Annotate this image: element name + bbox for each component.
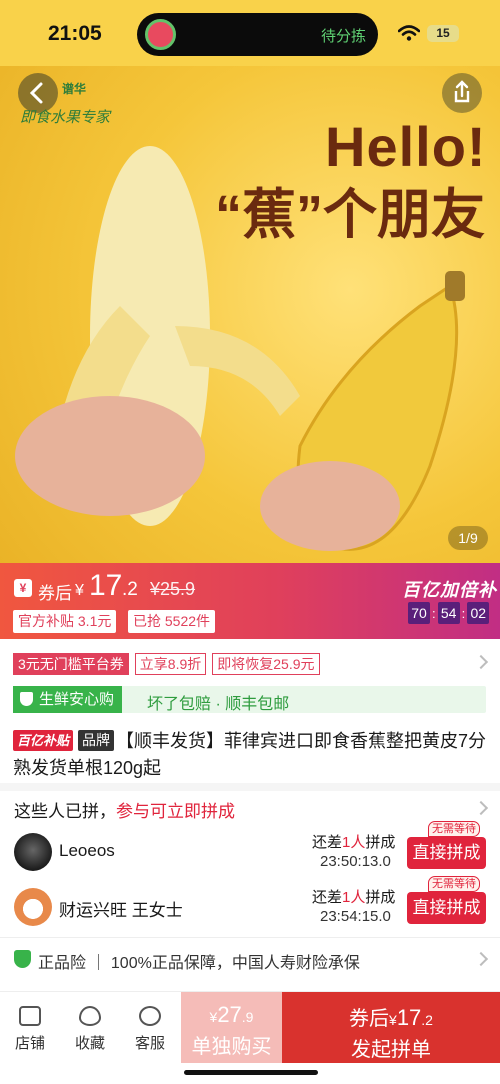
subsidy-chip: 官方补贴 3.1元 xyxy=(13,610,117,633)
service-tab-label: 客服 xyxy=(134,1035,165,1052)
status-bar: 21:05 待分拣 15 xyxy=(0,0,500,66)
after-coupon-label: 券后 xyxy=(38,584,72,603)
brand-badge: 品牌 xyxy=(78,730,115,751)
group-need-text: 还差1人拼成 xyxy=(312,834,396,851)
group-head-highlight: 参与可立即拼成 xyxy=(116,802,235,821)
countdown-seconds: 02 xyxy=(467,602,490,624)
battery-icon: 15 xyxy=(427,25,459,42)
buy-alone-label: 单独购买 xyxy=(191,1036,272,1058)
buy-alone-button[interactable]: ¥27.9 单独购买 xyxy=(181,992,282,1063)
status-time: 21:05 xyxy=(48,22,102,45)
brand-logo: 即食水果专家 xyxy=(20,108,111,126)
price-decimal: .2 xyxy=(122,579,138,600)
wifi-icon xyxy=(398,25,420,41)
guarantee-bar[interactable]: 生鲜安心购 坏了包赔 · 顺丰包邮 xyxy=(13,686,486,713)
group-price: 17 xyxy=(396,1005,422,1030)
chevron-right-icon[interactable] xyxy=(473,800,489,816)
start-group-button[interactable]: 券后¥17.2 发起拼单 xyxy=(282,992,500,1063)
coupon-platform[interactable]: 3元无门槛平台券 xyxy=(13,653,129,675)
island-app-icon xyxy=(145,19,176,50)
solo-price: 27 xyxy=(217,1002,242,1027)
group-remaining-time: 23:50:13.0 xyxy=(320,853,391,870)
original-price: ¥25.9 xyxy=(150,579,196,599)
home-indicator[interactable] xyxy=(184,1070,318,1075)
avatar xyxy=(14,888,52,926)
store-icon xyxy=(19,1006,41,1026)
group-user-name: 财运兴旺 王女士 xyxy=(59,901,183,920)
no-wait-tag: 无需等待 xyxy=(428,821,480,837)
share-button[interactable] xyxy=(442,73,482,113)
price-currency: ¥ xyxy=(75,582,84,599)
guarantee-badge: 生鲜安心购 xyxy=(13,686,123,713)
group-head-text: 这些人已拼， xyxy=(14,802,116,821)
chevron-right-icon[interactable] xyxy=(473,654,489,670)
join-group-button[interactable]: 直接拼成 xyxy=(407,837,486,869)
service-tab[interactable]: 客服 xyxy=(125,1006,175,1053)
group-remaining-time: 23:54:15.0 xyxy=(320,908,391,925)
group-need-text: 还差1人拼成 xyxy=(312,889,396,906)
coupon-restore-price[interactable]: 即将恢复25.9元 xyxy=(212,653,320,675)
group-user-name: Leoeos xyxy=(59,841,115,860)
heart-icon xyxy=(79,1006,101,1026)
countdown-timer: 70 : 54 : 02 xyxy=(408,602,490,624)
dynamic-island[interactable]: 待分拣 xyxy=(137,13,378,56)
divider xyxy=(0,783,500,791)
no-wait-tag: 无需等待 xyxy=(428,876,480,892)
shield-icon xyxy=(14,950,31,968)
group-row: 财运兴旺 王女士 还差1人拼成 23:54:15.0 直接拼成 无需等待 xyxy=(0,876,500,934)
avatar xyxy=(14,833,52,871)
chat-icon xyxy=(139,1006,161,1026)
brand-name: 谱华 xyxy=(62,82,87,96)
group-row: Leoeos 还差1人拼成 23:50:13.0 直接拼成 无需等待 xyxy=(0,821,500,879)
store-tab-label: 店铺 xyxy=(14,1035,45,1052)
favorite-tab-label: 收藏 xyxy=(74,1035,105,1052)
hero-slogan: “蕉”个朋友 xyxy=(215,185,485,245)
coupon-discount[interactable]: 立享8.9折 xyxy=(134,653,207,675)
store-tab[interactable]: 店铺 xyxy=(5,1006,55,1053)
island-status-text: 待分拣 xyxy=(320,28,366,45)
chevron-right-icon xyxy=(473,951,489,967)
guarantee-text: 坏了包赔 · 顺丰包邮 xyxy=(147,696,290,713)
campaign-title: 百亿加倍补 xyxy=(402,580,497,600)
product-title: 百亿补贴 品牌 【顺丰发货】菲律宾进口即食香蕉整把黄皮7分熟发货单根120g起 xyxy=(13,728,491,782)
join-group-button[interactable]: 直接拼成 xyxy=(407,892,486,924)
countdown-hours: 70 xyxy=(408,602,430,624)
price-main: 17 xyxy=(89,569,123,602)
favorite-tab[interactable]: 收藏 xyxy=(65,1006,115,1053)
insurance-row[interactable]: 正品险 ｜ 100%正品保障，中国人寿财险承保 xyxy=(0,937,500,979)
group-buy-header[interactable]: 这些人已拼，参与可立即拼成 xyxy=(14,797,235,822)
subsidy-badge: 百亿补贴 xyxy=(13,730,74,751)
sold-count-chip: 已抢 5522件 xyxy=(128,610,216,633)
coupon-row[interactable]: 3元无门槛平台券 立享8.9折 即将恢复25.9元 xyxy=(13,653,320,675)
product-image-carousel[interactable]: 谱华 即食水果专家 Hello! “蕉”个朋友 1/9 xyxy=(0,66,500,563)
share-icon xyxy=(454,80,470,103)
start-group-label: 发起拼单 xyxy=(351,1039,431,1061)
image-page-indicator: 1/9 xyxy=(448,526,488,550)
countdown-minutes: 54 xyxy=(437,602,460,624)
coupon-icon: ¥ xyxy=(14,579,32,597)
insurance-text: 正品险 ｜ 100%正品保障，中国人寿财险承保 xyxy=(38,955,360,972)
